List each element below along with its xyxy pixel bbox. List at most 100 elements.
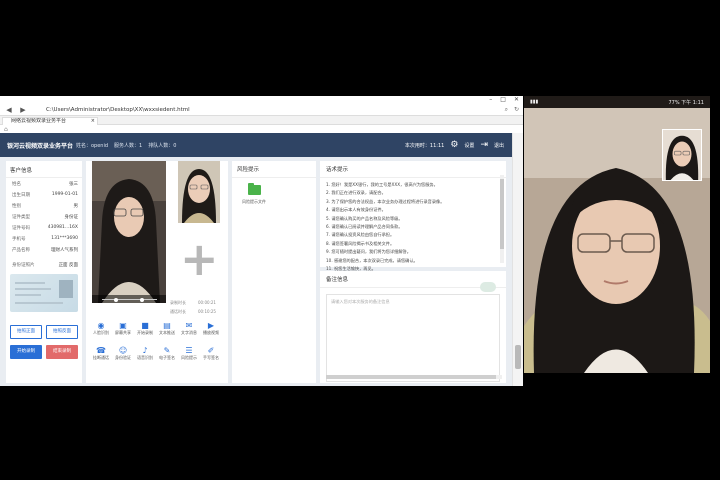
id-back-link[interactable]: 反面 [69, 263, 78, 268]
start-record-button[interactable]: 开始录制 [10, 345, 42, 359]
notes-scrollbar[interactable] [326, 375, 502, 379]
info-key: 证件号码 [12, 225, 30, 231]
phone-status-bar: ▮▮▮ 77% 下午 1:11 [524, 96, 710, 108]
call-duration-label: 通话时长 [170, 309, 186, 314]
tool-play[interactable]: ▶ 播放视频 [200, 321, 222, 336]
camera-icon: ◉ [97, 321, 105, 330]
phone-self-view[interactable] [662, 129, 702, 181]
gear-icon[interactable]: ⚙ [450, 140, 458, 150]
customer-info-row: 证件号码 430981...16X [6, 222, 82, 233]
tool-label: 身份验证 [115, 355, 131, 360]
app-header: 银河云视频双录业务平台 姓名：openid 服务人数：1 排队人数：0 本次用时… [0, 133, 512, 157]
id-front-link[interactable]: 正面 [59, 263, 68, 268]
info-key: 姓名 [12, 181, 21, 187]
folder-label[interactable]: 风险提示文件 [242, 199, 266, 205]
tool-mic[interactable]: ♪ 语音识别 [134, 346, 156, 361]
tips-scrollbar[interactable] [500, 175, 504, 263]
info-value: 身份证 [64, 214, 79, 220]
tool-phone[interactable]: ☎ 挂断通话 [90, 346, 112, 361]
record-duration-value: 00:00:21 [198, 300, 216, 305]
tool-user[interactable]: ☺ 身份验证 [112, 346, 134, 361]
info-key: 手机号 [12, 236, 26, 242]
tool-sign[interactable]: ✎ 电子签名 [156, 346, 178, 361]
tool-label: 播放视频 [203, 330, 219, 335]
tool-label: 语音识别 [137, 355, 153, 360]
folder-icon[interactable] [248, 183, 261, 195]
notes-panel: 备注信息 请输入您对本次服务的备注信息 [320, 271, 506, 383]
forward-icon[interactable]: ▶ [18, 106, 28, 114]
logout-icon[interactable]: ⇥ [480, 140, 488, 150]
tip-item: 5. 请您确认购买的产品名称及风险等级。 [326, 215, 403, 221]
session-time: 本次用时：11:11 [404, 142, 445, 149]
play-icon: ▶ [207, 321, 215, 330]
tool-label: 挂断通话 [93, 355, 109, 360]
risk-doc-title: 风险提示 [232, 161, 316, 178]
customer-info-row: 性别 男 [6, 200, 82, 211]
video-panel: + 录制时长 00:00:21 通话时长 00:10:25 ◉ 人脸识别 ▣ 屏幕共享… [86, 161, 228, 383]
customer-info-row: 证件类型 身份证 [6, 211, 82, 222]
tool-screen[interactable]: ▣ 屏幕共享 [112, 321, 134, 336]
tool-label: 文字消息 [181, 330, 197, 335]
phone-icon: ☎ [96, 346, 106, 355]
info-value: 1999-01-01 [51, 191, 78, 197]
notes-title: 备注信息 [320, 271, 506, 288]
tool-label: 文本推送 [159, 330, 175, 335]
phone-time: 下午 1:11 [681, 99, 704, 106]
home-icon[interactable]: ⌂ [4, 126, 8, 133]
url-field[interactable]: C:\Users\Administrator\Desktop\XX\wxxsie… [46, 107, 505, 113]
user-icon: ☺ [118, 346, 128, 355]
video-toolbar: ◉ 人脸识别 ▣ 屏幕共享 ■ 开始录制 ▤ 文本推送 ✉ 文字消息 ▶ 播放视频 ☎ 挂断通话 ☺ 身份验证… [90, 321, 228, 361]
tool-label: 手写签名 [203, 355, 219, 360]
customer-panel-title: 客户信息 [6, 161, 82, 178]
add-participant-icon[interactable]: + [180, 236, 219, 282]
capture-back-button[interactable]: 拍照反面 [46, 325, 78, 339]
tool-list[interactable]: ☰ 风险提示 [178, 346, 200, 361]
pen-icon: ✐ [207, 346, 215, 355]
tool-document[interactable]: ▤ 文本推送 [156, 321, 178, 336]
id-photo-label: 身份证照片 [12, 262, 35, 268]
customer-video [92, 161, 166, 303]
script-tips-title: 话术提示 [320, 161, 506, 178]
tip-item: 6. 请您确认已阅读并理解产品合同条款。 [326, 224, 403, 230]
tip-item: 7. 请您确认投资风险由您自行承担。 [326, 232, 395, 238]
tip-item: 4. 请您出示本人有效身份证件。 [326, 207, 386, 213]
agent-name: 姓名：openid [76, 143, 109, 149]
floating-assistant-icon[interactable] [480, 282, 496, 292]
settings-label[interactable]: 设置 [464, 142, 474, 149]
phone-battery: 77% [668, 99, 680, 106]
tool-label: 风险提示 [181, 355, 197, 360]
minimize-icon[interactable]: – [489, 96, 492, 104]
info-key: 产品名称 [12, 247, 30, 253]
tool-video[interactable]: ■ 开始录制 [134, 321, 156, 336]
tool-camera[interactable]: ◉ 人脸识别 [90, 321, 112, 336]
agent-video-thumbnail[interactable] [178, 161, 220, 223]
back-icon[interactable]: ◀ [4, 106, 14, 114]
tip-item: 9. 您可随时提出疑问，我们将为您详细解答。 [326, 249, 411, 255]
exit-label[interactable]: 退出 [494, 142, 504, 149]
id-card-image [10, 274, 78, 312]
customer-info-row: 出生日期 1999-01-01 [6, 189, 82, 200]
maximize-icon[interactable]: □ [500, 96, 506, 104]
queue-count: 排队人数：0 [148, 143, 177, 149]
info-key: 证件类型 [12, 214, 30, 220]
capture-front-button[interactable]: 拍照正面 [10, 325, 42, 339]
end-record-button[interactable]: 结束录制 [46, 345, 78, 359]
script-tips-panel: 话术提示 1. 您好！我是XX银行，我的工号是XXX，很高兴为您服务。 2. 我们… [320, 161, 506, 271]
search-icon[interactable]: ⌕ [505, 106, 508, 114]
notes-textarea[interactable]: 请输入您对本次服务的备注信息 [326, 294, 500, 382]
info-value: 理财人气系列 [51, 247, 78, 253]
record-duration-label: 录制时长 [170, 300, 186, 305]
video-controls[interactable] [92, 295, 166, 303]
info-value: 张三 [69, 181, 78, 187]
tool-message[interactable]: ✉ 文字消息 [178, 321, 200, 336]
info-key: 性别 [12, 203, 21, 209]
close-icon[interactable]: ✕ [514, 96, 519, 104]
browser-tab[interactable]: 网络云视频双录业务平台 × [2, 117, 98, 125]
tool-pen[interactable]: ✐ 手写签名 [200, 346, 222, 361]
refresh-icon[interactable]: ↻ [514, 106, 519, 114]
tab-close-icon[interactable]: × [91, 118, 95, 125]
tool-label: 开始录制 [137, 330, 153, 335]
info-key: 出生日期 [12, 192, 30, 198]
page-scrollbar[interactable] [512, 133, 523, 386]
tab-bar: 网络云视频双录业务平台 × [0, 116, 523, 125]
